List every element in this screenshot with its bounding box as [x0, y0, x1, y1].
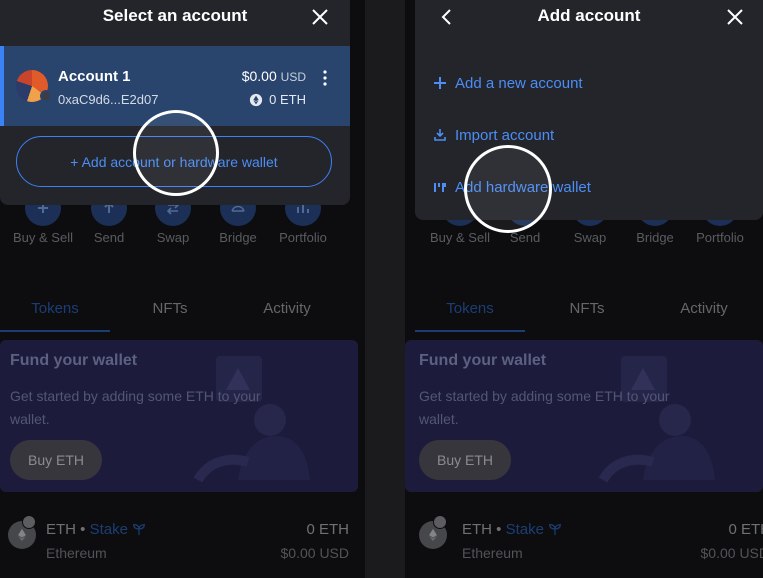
token-row-eth[interactable]: ETH • Stake Ethereum 0 ETH $0.00 USD	[0, 515, 365, 575]
more-options-icon[interactable]	[322, 70, 328, 86]
buy-eth-button[interactable]: Buy ETH	[10, 440, 102, 480]
fund-wallet-title: Fund your wallet	[10, 352, 138, 369]
account-balance: $0.00 USD	[242, 68, 306, 84]
account-balance-value: $0.00	[241, 68, 277, 84]
add-hardware-wallet-label: Add hardware wallet	[455, 178, 591, 196]
right-wallet-screen: Buy & Sell Send Swap Bridge Portfolio To…	[405, 0, 763, 578]
close-icon[interactable]	[310, 7, 330, 27]
token-name: ETH • Stake	[46, 521, 146, 538]
right-tab-bar: Tokens NFTs Activity	[405, 290, 763, 332]
tab-tokens[interactable]: Tokens	[415, 290, 525, 332]
selected-indicator	[0, 46, 4, 126]
stake-link[interactable]: Stake	[90, 521, 128, 538]
network-badge-icon	[22, 515, 36, 529]
add-account-sheet: Add account Add a new account Import acc…	[415, 0, 763, 220]
close-icon[interactable]	[725, 7, 745, 27]
portfolio-label: Portfolio	[279, 230, 327, 245]
tab-nfts[interactable]: NFTs	[115, 290, 225, 332]
tab-activity[interactable]: Activity	[232, 290, 342, 332]
add-hardware-wallet-item[interactable]: Add hardware wallet	[433, 175, 591, 199]
token-amount: 0 ETH	[306, 521, 349, 538]
plus-icon	[434, 77, 446, 89]
account-list-item[interactable]: Account 1 0xaC9d6...E2d07 $0.00 USD 0 ET…	[0, 46, 350, 126]
fund-wallet-card: Fund your wallet Get started by adding s…	[0, 340, 358, 492]
stake-link[interactable]: Stake	[506, 521, 544, 538]
select-account-sheet: Select an account Account 1 0xaC9d6...E2…	[0, 0, 350, 205]
fund-wallet-card: Fund your wallet Get started by adding s…	[405, 340, 763, 492]
account-address: 0xaC9d6...E2d07	[58, 92, 159, 107]
sheet-title: Add account	[537, 6, 641, 25]
add-new-account-item[interactable]: Add a new account	[433, 71, 583, 95]
swap-label: Swap	[573, 230, 607, 245]
token-fiat-value: $0.00 USD	[700, 545, 763, 561]
screenshot-stage: Buy & Sell Send Swap Bridge Portfolio To…	[0, 0, 763, 578]
send-label: Send	[93, 230, 125, 245]
bridge-label: Bridge	[636, 230, 674, 245]
fund-wallet-title: Fund your wallet	[419, 352, 547, 369]
account-balance-currency: USD	[280, 70, 306, 84]
buy-sell-label: Buy & Sell	[430, 230, 490, 245]
sprout-icon	[133, 524, 145, 536]
account-eth-balance: 0 ETH	[249, 92, 306, 107]
add-account-or-hardware-wallet-button[interactable]: + Add account or hardware wallet	[16, 136, 332, 187]
sheet-title: Select an account	[102, 6, 248, 25]
network-badge-icon	[40, 90, 52, 102]
swap-label: Swap	[156, 230, 190, 245]
fund-wallet-description: Get started by adding some ETH to your w…	[419, 388, 670, 427]
ethereum-icon	[250, 93, 263, 106]
add-new-account-label: Add a new account	[455, 74, 583, 92]
tab-activity[interactable]: Activity	[649, 290, 759, 332]
sprout-icon	[549, 524, 561, 536]
token-fiat-value: $0.00 USD	[280, 545, 349, 561]
panel-divider	[365, 0, 405, 578]
token-network: Ethereum	[46, 545, 107, 561]
token-network: Ethereum	[462, 545, 523, 561]
token-name: ETH • Stake	[462, 521, 562, 538]
tab-tokens[interactable]: Tokens	[0, 290, 110, 332]
portfolio-label: Portfolio	[696, 230, 744, 245]
token-symbol: ETH	[462, 521, 492, 538]
left-tab-bar: Tokens NFTs Activity	[0, 290, 365, 332]
import-account-label: Import account	[455, 126, 555, 144]
account-eth-value: 0 ETH	[269, 92, 306, 107]
token-row-eth[interactable]: ETH • Stake Ethereum 0 ETH $0.00 USD	[405, 515, 763, 575]
left-wallet-screen: Buy & Sell Send Swap Bridge Portfolio To…	[0, 0, 365, 578]
network-badge-icon	[433, 515, 447, 529]
bridge-label: Bridge	[219, 230, 257, 245]
token-symbol: ETH	[46, 521, 76, 538]
account-name: Account 1	[58, 68, 131, 85]
send-label: Send	[509, 230, 541, 245]
tab-nfts[interactable]: NFTs	[532, 290, 642, 332]
token-amount: 0 ETH	[728, 521, 763, 538]
fund-wallet-description: Get started by adding some ETH to your w…	[10, 388, 261, 427]
import-icon	[434, 129, 446, 141]
buy-eth-button[interactable]: Buy ETH	[419, 440, 511, 480]
buy-sell-label: Buy & Sell	[13, 230, 73, 245]
hardware-wallet-icon	[434, 183, 446, 192]
import-account-item[interactable]: Import account	[433, 123, 554, 147]
